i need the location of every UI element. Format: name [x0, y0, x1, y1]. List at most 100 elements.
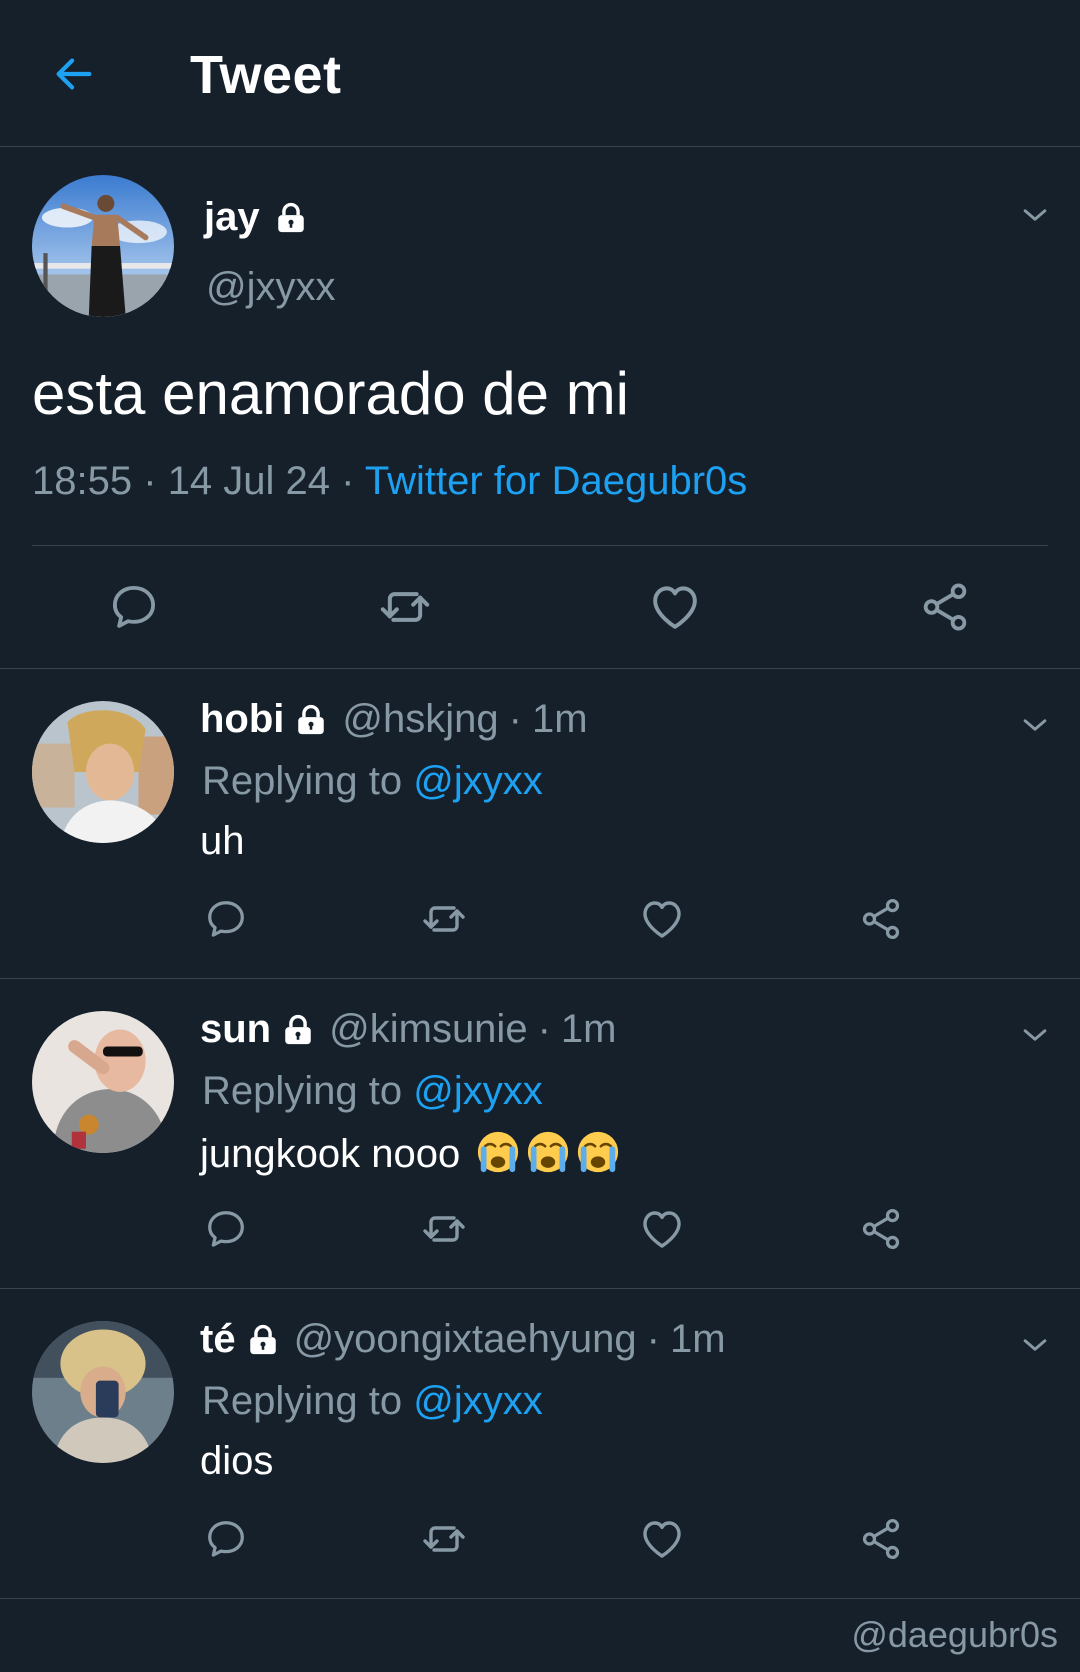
- reply-text: uh: [200, 819, 245, 863]
- author-handle[interactable]: @jxyxx: [206, 265, 336, 310]
- replying-label: Replying to: [202, 1069, 403, 1113]
- like-button[interactable]: [634, 1511, 690, 1567]
- retweet-button[interactable]: [416, 1201, 472, 1257]
- reply-text: dios: [200, 1439, 274, 1483]
- heart-icon: [647, 579, 703, 635]
- replying-to-link[interactable]: @jxyxx: [413, 1379, 543, 1423]
- reply-time: 1m: [560, 1007, 617, 1051]
- retweet-button[interactable]: [416, 891, 472, 947]
- author-name[interactable]: sun: [200, 1007, 271, 1052]
- reply-text: jungkook nooo: [200, 1132, 461, 1176]
- divider: [32, 545, 1048, 546]
- avatar-image: [32, 175, 174, 317]
- replying-to: Replying to @jxyxx: [202, 1379, 543, 1424]
- share-icon: [858, 1516, 904, 1562]
- watermark: @daegubr0s: [851, 1614, 1058, 1655]
- reply-tweet: sun @kimsunie · 1m Replying to @jxyxx ju…: [0, 979, 1080, 1289]
- reply-icon: [203, 1206, 249, 1252]
- replying-label: Replying to: [202, 1379, 403, 1423]
- reply-header: té @yoongixtaehyung · 1m: [200, 1317, 726, 1362]
- reply-header: hobi @hskjng · 1m: [200, 697, 588, 742]
- like-button[interactable]: [645, 577, 705, 637]
- author-name[interactable]: hobi: [200, 697, 284, 742]
- reply-time: 1m: [531, 697, 588, 741]
- chevron-down-icon: [1018, 1328, 1052, 1362]
- avatar[interactable]: [32, 1011, 174, 1153]
- tweet-time: 18:55: [32, 459, 133, 503]
- share-button[interactable]: [853, 891, 909, 947]
- like-button[interactable]: [634, 891, 690, 947]
- share-button[interactable]: [853, 1511, 909, 1567]
- reply-time: 1m: [669, 1317, 726, 1361]
- share-button[interactable]: [853, 1201, 909, 1257]
- heart-icon: [638, 1205, 686, 1253]
- retweet-button[interactable]: [375, 577, 435, 637]
- heart-icon: [638, 895, 686, 943]
- meta-separator: ·: [646, 1317, 660, 1361]
- replying-to: Replying to @jxyxx: [202, 759, 543, 804]
- reply-icon: [203, 896, 249, 942]
- avatar-image: [32, 1321, 174, 1463]
- more-options-button[interactable]: [1015, 1325, 1055, 1365]
- share-button[interactable]: [915, 577, 975, 637]
- more-options-button[interactable]: [1015, 1015, 1055, 1055]
- share-icon: [858, 896, 904, 942]
- replying-label: Replying to: [202, 759, 403, 803]
- top-bar: Tweet: [0, 0, 1080, 147]
- lock-icon: [281, 1013, 315, 1047]
- chevron-down-icon: [1018, 1018, 1052, 1052]
- meta-separator: ·: [508, 697, 522, 741]
- reply-button[interactable]: [104, 577, 164, 637]
- author-name[interactable]: jay: [204, 195, 260, 240]
- lock-icon: [246, 1323, 280, 1357]
- author-name[interactable]: té: [200, 1317, 236, 1362]
- replying-to-link[interactable]: @jxyxx: [413, 1069, 543, 1113]
- crying-face-icon: [475, 1129, 521, 1175]
- crying-face-icon: [575, 1129, 621, 1175]
- lock-icon: [294, 703, 328, 737]
- avatar[interactable]: [32, 175, 174, 317]
- reply-button[interactable]: [198, 1201, 254, 1257]
- reply-icon: [107, 580, 161, 634]
- author-handle[interactable]: @yoongixtaehyung: [294, 1317, 637, 1362]
- heart-icon: [638, 1515, 686, 1563]
- lock-icon: [274, 201, 308, 235]
- more-options-button[interactable]: [1015, 705, 1055, 745]
- more-options-button[interactable]: [1015, 195, 1055, 235]
- retweet-icon: [420, 1515, 468, 1563]
- meta-separator: ·: [143, 459, 157, 503]
- avatar-image: [32, 1011, 174, 1153]
- reply-button[interactable]: [198, 891, 254, 947]
- retweet-button[interactable]: [416, 1511, 472, 1567]
- tweet-source-link[interactable]: Twitter for Daegubr0s: [365, 459, 747, 503]
- avatar[interactable]: [32, 1321, 174, 1463]
- author-handle[interactable]: @kimsunie: [329, 1007, 527, 1052]
- reply-tweet: té @yoongixtaehyung · 1m Replying to @jx…: [0, 1289, 1080, 1599]
- replying-to-link[interactable]: @jxyxx: [413, 759, 543, 803]
- reply-header: sun @kimsunie · 1m: [200, 1007, 616, 1052]
- main-tweet: jay @jxyxx esta enamorado de mi 18:55 · …: [0, 147, 1080, 669]
- meta-separator: ·: [537, 1007, 551, 1051]
- share-icon: [918, 580, 972, 634]
- chevron-down-icon: [1018, 708, 1052, 742]
- chevron-down-icon: [1018, 198, 1052, 232]
- avatar[interactable]: [32, 701, 174, 843]
- share-icon: [858, 1206, 904, 1252]
- reply-tweet: hobi @hskjng · 1m Replying to @jxyxx uh: [0, 669, 1080, 979]
- reply-button[interactable]: [198, 1511, 254, 1567]
- retweet-icon: [420, 1205, 468, 1253]
- back-button[interactable]: [44, 44, 104, 104]
- tweet-date: 14 Jul 24: [167, 459, 331, 503]
- avatar-image: [32, 701, 174, 843]
- back-arrow-icon: [56, 58, 92, 90]
- meta-separator: ·: [341, 459, 355, 503]
- tweet-text: esta enamorado de mi: [32, 360, 630, 427]
- retweet-icon: [420, 895, 468, 943]
- author-name-row: jay: [204, 195, 308, 240]
- author-handle[interactable]: @hskjng: [342, 697, 498, 742]
- like-button[interactable]: [634, 1201, 690, 1257]
- replying-to: Replying to @jxyxx: [202, 1069, 543, 1114]
- retweet-icon: [377, 579, 433, 635]
- reply-text-row: jungkook nooo 😭😭😭: [200, 1129, 621, 1177]
- crying-face-icon: [525, 1129, 571, 1175]
